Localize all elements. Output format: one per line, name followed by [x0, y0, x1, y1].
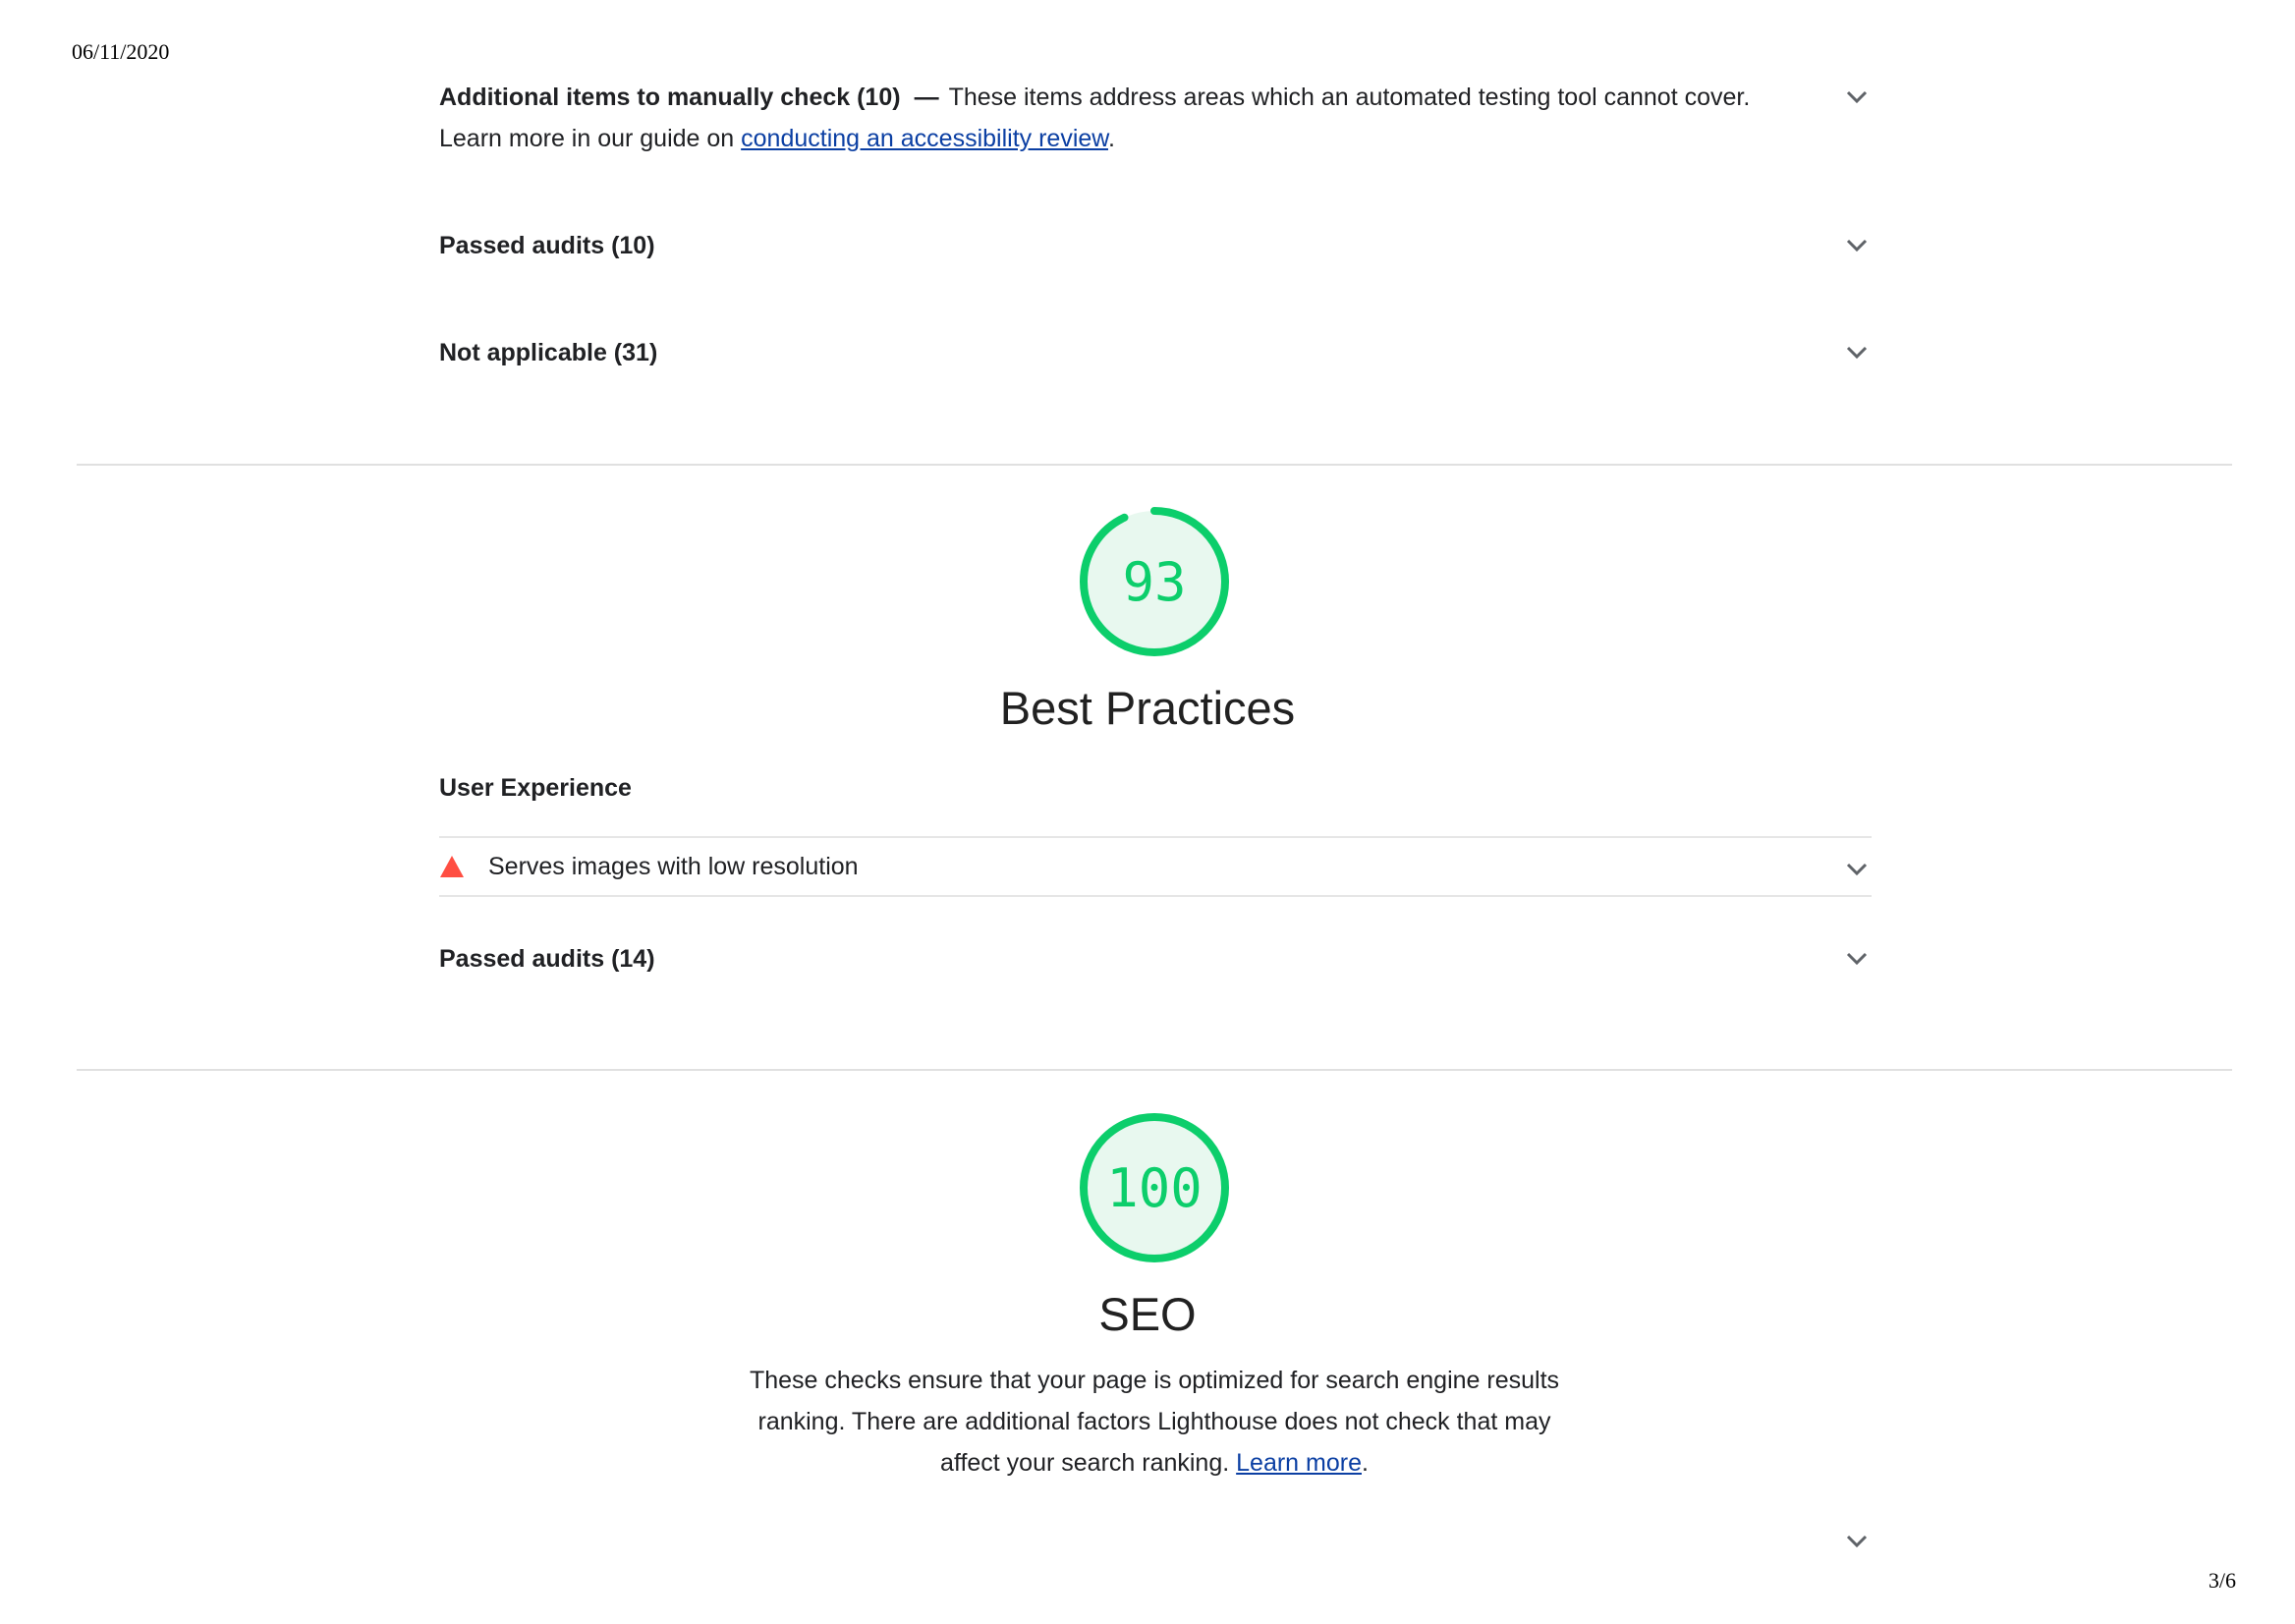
seo-description-line-2: ranking. There are additional factors Li… [757, 1408, 1551, 1435]
manual-check-learn-prefix: Learn more in our guide on [439, 125, 735, 152]
section-divider [77, 464, 2232, 466]
best-practices-passed-audits-group[interactable]: Passed audits (14) [439, 938, 1872, 980]
user-experience-group-title: User Experience [439, 774, 632, 802]
not-applicable-title: Not applicable (31) [439, 339, 658, 366]
seo-score-gauge: 100 [1078, 1111, 1231, 1264]
not-applicable-group[interactable]: Not applicable (31) [439, 332, 1872, 373]
manual-check-separator: — [914, 84, 939, 111]
chevron-down-icon[interactable] [1842, 944, 1872, 974]
a11y-passed-audits-group[interactable]: Passed audits (10) [439, 225, 1872, 266]
fail-triangle-icon [439, 855, 465, 878]
best-practices-title: Best Practices [999, 682, 1296, 734]
seo-description-line-3: affect your search ranking. [940, 1449, 1230, 1477]
section-divider [77, 1069, 2232, 1071]
audit-divider [439, 895, 1872, 897]
best-practices-score-gauge: 93 [1078, 505, 1231, 658]
seo-description-line-1: These checks ensure that your page is op… [749, 1367, 1560, 1394]
print-date: 06/11/2020 [72, 39, 170, 64]
seo-score: 100 [1106, 1156, 1203, 1219]
low-resolution-images-audit[interactable]: Serves images with low resolution [439, 837, 1872, 896]
manual-check-group[interactable]: Additional items to manually check (10) —… [439, 77, 1872, 159]
manual-check-suffix: . [1107, 125, 1115, 152]
seo-description-suffix: . [1362, 1449, 1369, 1477]
seo-description: These checks ensure that your page is op… [688, 1360, 1621, 1484]
a11y-passed-audits-title: Passed audits (10) [439, 232, 655, 259]
chevron-down-icon[interactable] [1842, 231, 1872, 260]
seo-learn-more-link[interactable]: Learn more [1236, 1449, 1362, 1477]
page-number: 3/6 [2208, 1568, 2236, 1593]
chevron-down-icon[interactable] [1842, 83, 1872, 112]
best-practices-score: 93 [1122, 550, 1187, 613]
seo-title: SEO [1098, 1288, 1197, 1340]
chevron-down-icon[interactable] [1842, 338, 1872, 367]
low-resolution-images-title: Serves images with low resolution [488, 852, 859, 880]
chevron-down-icon[interactable] [1842, 1527, 1872, 1556]
manual-check-title: Additional items to manually check (10) [439, 84, 901, 111]
best-practices-passed-audits-title: Passed audits (14) [439, 945, 655, 973]
chevron-down-icon[interactable] [1842, 855, 1872, 884]
accessibility-review-link[interactable]: conducting an accessibility review [741, 125, 1108, 152]
manual-check-description: These items address areas which an autom… [948, 84, 1751, 111]
